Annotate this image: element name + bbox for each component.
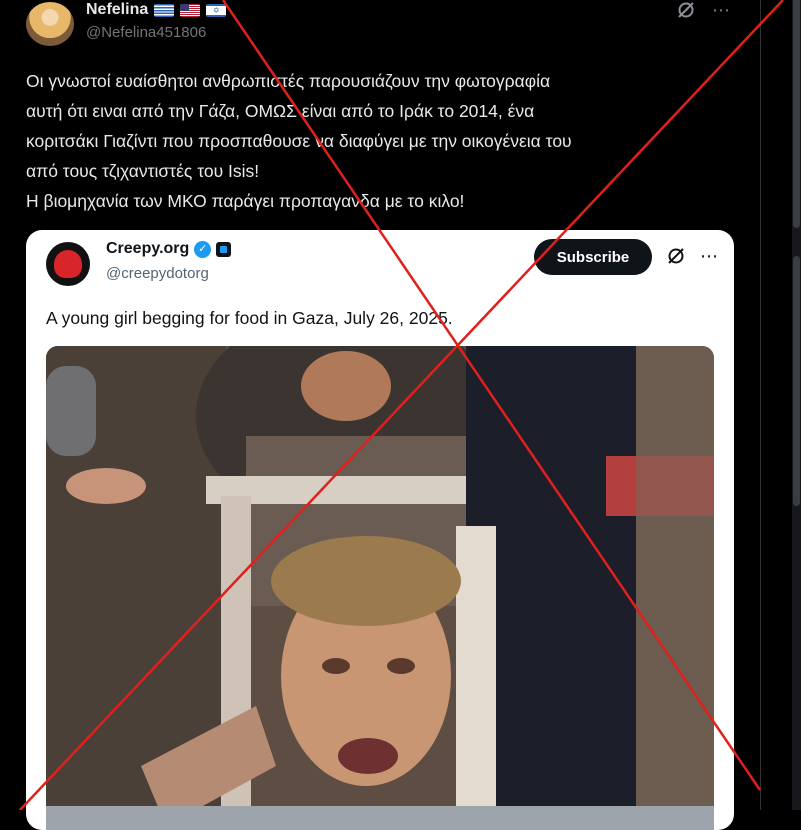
- quoted-author-avatar[interactable]: [46, 242, 90, 286]
- verified-badge-icon: ✓: [194, 240, 212, 258]
- tweet: Nefelina ✡ @Nefelina451806 ⋯ Οι γνωστοί …: [0, 0, 760, 830]
- column-divider: [760, 0, 761, 810]
- author-name-row: Nefelina ✡: [86, 0, 227, 20]
- post-text: Οι γνωστοί ευαίσθητοι ανθρωπιστές παρουσ…: [26, 66, 726, 216]
- quoted-author-name-row: Creepy.org ✓: [106, 240, 232, 258]
- post-text-line: αυτή ότι ειναι από την Γάζα, ΟΜΩΣ είναι …: [26, 101, 535, 121]
- post-text-line: από τους τζιχαντιστές του Isis!: [26, 161, 260, 181]
- israel-flag-icon: ✡: [206, 3, 227, 17]
- post-text-line: Οι γνωστοί ευαίσθητοι ανθρωπιστές παρουσ…: [26, 71, 551, 91]
- skull-icon: [54, 250, 82, 278]
- quoted-text: A young girl begging for food in Gaza, J…: [46, 308, 453, 328]
- photo-illustration: [46, 346, 714, 830]
- quoted-author-name[interactable]: Creepy.org: [106, 240, 189, 258]
- quoted-author-handle[interactable]: @creepydotorg: [106, 265, 209, 282]
- scrollbar-thumb[interactable]: [793, 0, 800, 228]
- quoted-photo[interactable]: [46, 346, 714, 830]
- more-options-icon[interactable]: ⋯: [712, 0, 731, 20]
- more-options-icon[interactable]: ⋯: [700, 246, 719, 266]
- greece-flag-icon: [154, 3, 175, 17]
- grok-icon[interactable]: [666, 246, 686, 266]
- quoted-actions: ⋯: [666, 246, 719, 266]
- post-actions: ⋯: [676, 0, 731, 20]
- post-text-line: Η βιομηχανία των ΜΚΟ παράγει προπαγανδα …: [26, 191, 465, 211]
- affiliation-badge-icon: [216, 241, 232, 257]
- scrollbar-thumb-secondary[interactable]: [793, 256, 800, 506]
- post-text-line: κοριτσάκι Γιαζίντι που προσπαθουσε να δι…: [26, 131, 572, 151]
- author-handle[interactable]: @Nefelina451806: [86, 24, 206, 41]
- author-avatar[interactable]: [26, 2, 74, 46]
- quoted-tweet[interactable]: Creepy.org ✓ @creepydotorg Subscribe ⋯ A…: [26, 230, 734, 830]
- author-name[interactable]: Nefelina: [86, 1, 148, 19]
- usa-flag-icon: [180, 3, 201, 17]
- subscribe-button[interactable]: Subscribe: [534, 239, 652, 275]
- grok-icon[interactable]: [676, 0, 696, 20]
